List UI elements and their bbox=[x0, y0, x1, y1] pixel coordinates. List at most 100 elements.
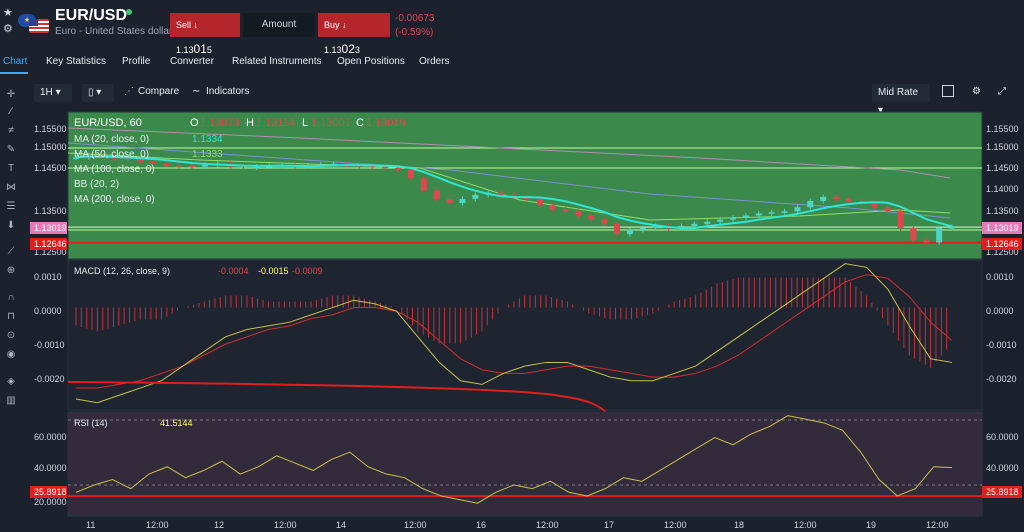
tab-bar: Chart Key Statistics Profile Converter R… bbox=[0, 52, 1024, 74]
instrument-symbol: EUR/USD bbox=[55, 7, 128, 24]
candle bbox=[833, 196, 840, 199]
candle bbox=[176, 165, 183, 167]
candle bbox=[446, 198, 453, 204]
time-tick: 12:00 bbox=[794, 520, 817, 530]
tab-chart[interactable]: Chart bbox=[3, 56, 27, 67]
chart-toolbar: 1H ▾ ▯ ▾ ⋰ Compare ∼ Indicators Mid Rate… bbox=[26, 82, 1024, 116]
candle bbox=[704, 221, 711, 224]
time-tick: 12:00 bbox=[404, 520, 427, 530]
rsi-level-label-left: 25.8918 bbox=[34, 487, 67, 497]
price-tick: 1.13500 bbox=[34, 206, 67, 216]
ohlc-low: 1.13001 bbox=[311, 117, 351, 129]
candle bbox=[923, 240, 930, 243]
candle bbox=[949, 227, 955, 229]
amount-input[interactable]: Amount bbox=[243, 13, 315, 37]
candle bbox=[420, 178, 427, 191]
bb-label[interactable]: BB (20, 2) bbox=[74, 179, 119, 190]
instrument-header: ★ ⚙ ★ EUR/USD Euro - United States dolla… bbox=[0, 0, 1024, 56]
candle bbox=[807, 201, 814, 208]
interval-select[interactable]: 1H ▾ bbox=[34, 84, 72, 102]
gear-icon[interactable]: ⚙ bbox=[3, 22, 13, 35]
ma50-label[interactable]: MA (50, close, 0) bbox=[74, 149, 149, 160]
ohlc-close: 1.13019 bbox=[366, 117, 406, 129]
buy-button[interactable]: Buy ↓ 1.13023 bbox=[318, 13, 390, 56]
time-axis: 11 12:00 12 12:00 14 12:00 16 12:00 17 1… bbox=[86, 520, 949, 530]
chart-area[interactable]: EUR/USD, 60 O 1.13073 H 1.13114 L 1.1300… bbox=[0, 108, 1024, 532]
tab-converter[interactable]: Converter bbox=[170, 56, 214, 67]
tab-orders[interactable]: Orders bbox=[419, 56, 450, 67]
sell-arrow-icon: ↓ bbox=[193, 20, 199, 30]
tab-profile[interactable]: Profile bbox=[122, 56, 150, 67]
macd-tick-right: -0.0010 bbox=[986, 340, 1017, 350]
macd-tick: 0.0010 bbox=[34, 272, 62, 282]
rsi-tick-right: 60.0000 bbox=[986, 432, 1019, 442]
candle bbox=[188, 165, 195, 168]
ohlc-high: 1.13114 bbox=[256, 117, 295, 129]
candle bbox=[459, 198, 466, 204]
macd-tick-right: -0.0020 bbox=[986, 374, 1017, 384]
tab-related-instruments[interactable]: Related Instruments bbox=[232, 56, 322, 67]
macd-tick: -0.0010 bbox=[34, 340, 65, 350]
ohlc-open-label: O bbox=[190, 117, 199, 129]
ohlc-low-label: L bbox=[302, 117, 308, 129]
rsi-tick: 60.0000 bbox=[34, 432, 67, 442]
market-open-dot bbox=[126, 9, 132, 15]
tab-key-statistics[interactable]: Key Statistics bbox=[46, 56, 106, 67]
candle bbox=[163, 163, 170, 166]
interval-value: 1H bbox=[40, 87, 53, 98]
candlestick-icon: ▯ bbox=[88, 87, 94, 98]
compare-icon[interactable]: ⋰ bbox=[124, 86, 134, 97]
rsi-pane-background bbox=[67, 411, 983, 517]
candle bbox=[407, 169, 414, 179]
chart-type-select[interactable]: ▯ ▾ bbox=[82, 84, 114, 102]
candle bbox=[884, 207, 891, 212]
candle bbox=[768, 212, 775, 214]
candle bbox=[691, 223, 698, 226]
tab-open-positions[interactable]: Open Positions bbox=[337, 56, 405, 67]
rsi-tick: 20.0000 bbox=[34, 497, 67, 507]
time-tick: 12:00 bbox=[536, 520, 559, 530]
favorite-star-icon[interactable]: ★ bbox=[3, 6, 13, 19]
candle bbox=[626, 230, 633, 235]
macd-value-3: -0.0009 bbox=[292, 266, 323, 276]
ma100-label[interactable]: MA (100, close, 0) bbox=[74, 164, 155, 175]
candle bbox=[382, 166, 389, 169]
ma20-label[interactable]: MA (20, close, 0) bbox=[74, 134, 149, 145]
candle bbox=[730, 217, 736, 220]
settings-gear-icon[interactable]: ⚙ bbox=[972, 86, 981, 97]
time-tick: 12:00 bbox=[926, 520, 949, 530]
candle bbox=[845, 198, 852, 202]
chart-title: EUR/USD, 60 bbox=[74, 117, 142, 129]
macd-tick-right: 0.0000 bbox=[986, 306, 1014, 316]
rsi-tick: 40.0000 bbox=[34, 463, 67, 473]
price-tick-right: 1.14500 bbox=[986, 163, 1019, 173]
ma200-label[interactable]: MA (200, close, 0) bbox=[74, 194, 155, 205]
expand-icon[interactable]: ⤢ bbox=[998, 86, 1006, 97]
active-tab-underline bbox=[0, 72, 28, 74]
macd-value-2: -0.0015 bbox=[258, 266, 289, 276]
candle bbox=[897, 211, 904, 228]
candle bbox=[755, 213, 762, 216]
mid-rate-select[interactable]: Mid Rate ▾ bbox=[872, 84, 930, 116]
sell-button[interactable]: Sell ↓ 1.13015 bbox=[170, 13, 240, 56]
sell-label: Sell bbox=[176, 20, 192, 30]
indicators-icon[interactable]: ∼ bbox=[192, 86, 200, 97]
last-price-label-left: 1.13019 bbox=[34, 223, 67, 233]
indicators-button[interactable]: Indicators bbox=[206, 86, 249, 97]
candle bbox=[742, 215, 749, 218]
rsi-label[interactable]: RSI (14) bbox=[74, 418, 108, 428]
compare-button[interactable]: Compare bbox=[138, 86, 179, 97]
candle bbox=[794, 207, 801, 212]
macd-label[interactable]: MACD (12, 26, close, 9) bbox=[74, 266, 170, 276]
price-tick-right: 1.14000 bbox=[986, 184, 1019, 194]
price-tick-right: 1.15500 bbox=[986, 124, 1019, 134]
chevron-down-icon: ▾ bbox=[96, 87, 102, 98]
time-tick: 14 bbox=[336, 520, 346, 530]
candle bbox=[936, 227, 943, 243]
crosshair-icon[interactable]: ✛ bbox=[5, 89, 17, 101]
candle bbox=[601, 219, 608, 224]
fullscreen-icon[interactable] bbox=[942, 85, 954, 97]
ohlc-open: 1.13073 bbox=[200, 117, 240, 129]
macd-tick-right: 0.0010 bbox=[986, 272, 1014, 282]
price-change-pct: (-0.59%) bbox=[395, 27, 434, 38]
